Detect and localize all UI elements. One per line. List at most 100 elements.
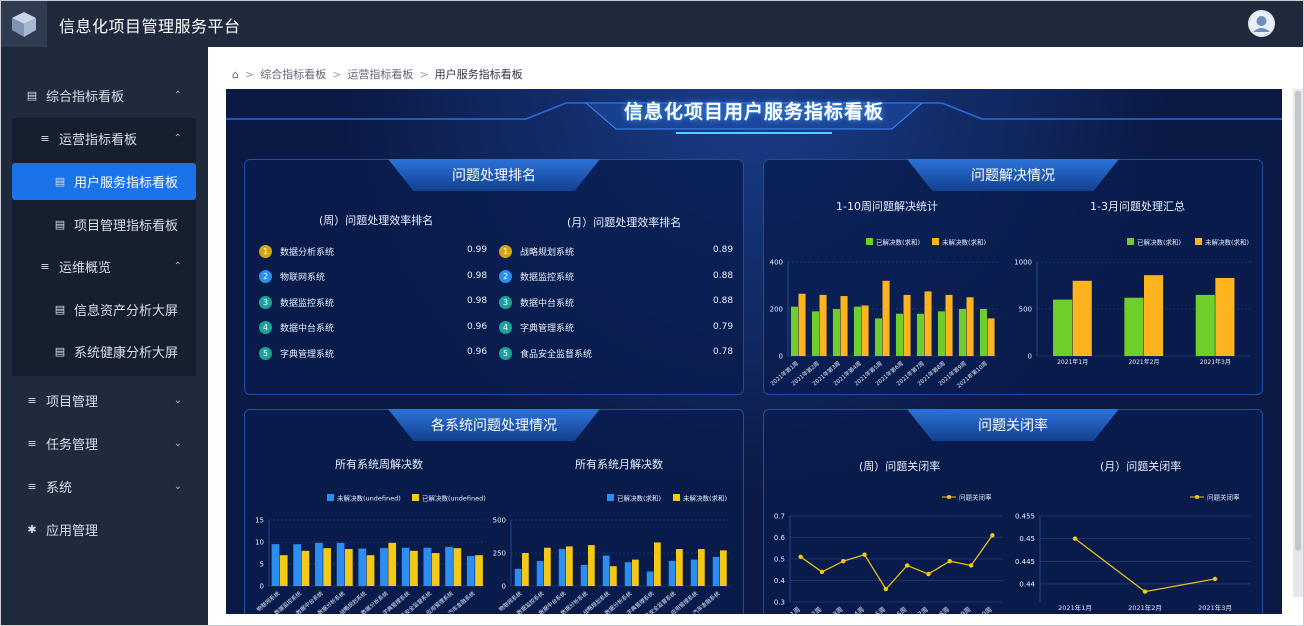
panel-resolution: 问题解决情况 1-10周问题解决统计 1-3月问题处理汇总 已解决数(求和) 未解… (763, 159, 1263, 395)
weekly-ranking-title: (周）问题处理效率排名 (319, 214, 434, 227)
bar (1215, 277, 1235, 356)
y-tick-label: 0.6 (774, 534, 786, 542)
bar (366, 555, 375, 586)
legend-label: 已解决数(求和) (876, 238, 920, 247)
data-point (990, 533, 995, 538)
dashboard-title: 信息化项目用户服务指标看板 (623, 101, 884, 123)
rank-value: 0.99 (467, 245, 488, 255)
x-tick-label: 5周 (874, 605, 887, 614)
document-icon: ▤ (54, 175, 66, 188)
bar (832, 309, 840, 356)
sidebar-item-operations[interactable]: ≡ 运营指标看板 ⌃ (1, 117, 208, 159)
chevron-down-icon: ⌄ (173, 437, 182, 449)
sidebar-item-project-management[interactable]: ≡ 项目管理 ⌄ (1, 379, 208, 421)
y-tick-label: 15 (255, 517, 264, 525)
monthly-systems-title: 所有系统月解决数 (575, 458, 663, 471)
panel-title: 问题解决情况 (907, 159, 1119, 191)
avatar-icon (1250, 12, 1273, 35)
bar (882, 280, 890, 356)
sidebar-item-asset-analysis[interactable]: ▤ 信息资产分析大屏 (1, 288, 208, 330)
rank-number: 1 (259, 244, 272, 258)
sidebar-item-user-service[interactable]: ▤ 用户服务指标看板 (12, 163, 196, 200)
vertical-scrollbar[interactable] (1293, 89, 1303, 597)
x-tick-label: 2021年2月 (1128, 603, 1162, 612)
bar (895, 313, 903, 356)
list-icon: ≡ (27, 479, 37, 493)
bar (1124, 297, 1144, 356)
rank-number: 4 (499, 321, 512, 334)
rank-system-name: 数据分析系统 (280, 247, 335, 258)
y-tick-label: 1000 (1014, 259, 1032, 267)
bar (668, 560, 676, 586)
sidebar-item-health-analysis[interactable]: ▤ 系统健康分析大屏 (1, 330, 208, 372)
legend-marker (1195, 495, 1199, 499)
panel-ranking: 问题处理排名 (周）问题处理效率排名 (月）问题处理效率排名 1 数据分析系统 0.… (244, 159, 744, 395)
breadcrumb-item[interactable]: 运营指标看板 (347, 66, 413, 82)
bar (654, 542, 661, 586)
sidebar-item-ops-overview[interactable]: ≡ 运维概览 ⌃ (1, 245, 208, 287)
monthly-resolution-title: 1-3月问题处理汇总 (1090, 200, 1185, 213)
rank-value: 0.96 (467, 321, 488, 332)
y-tick-label: 0 (779, 353, 783, 361)
bar (958, 309, 966, 356)
rank-system-name: 数据监控系统 (280, 298, 335, 309)
rank-system-name: 字典管理系统 (280, 349, 335, 360)
rank-number: 2 (259, 270, 272, 283)
bar (1144, 275, 1164, 356)
monthly-close-rate-chart: 问题关闭率 0.44 0.445 0.45 0.455 2021年1月 2021年2月 202… (1015, 493, 1250, 612)
sidebar-item-project-metrics[interactable]: ▤ 项目管理指标看板 (1, 203, 208, 245)
weekly-systems-title: 所有系统周解决数 (335, 458, 423, 471)
sidebar-item-dashboard[interactable]: ▤ 综合指标看板 ⌃ (1, 74, 208, 116)
rank-system-name: 字典管理系统 (520, 324, 575, 334)
monthly-ranking-title: (月）问题处理效率排名 (567, 216, 682, 229)
legend-label: 未解决数(求和) (1205, 238, 1249, 247)
home-icon[interactable]: ⌂ (232, 68, 239, 81)
x-tick-label: 4周 (853, 605, 866, 614)
breadcrumb-item[interactable]: 综合指标看板 (260, 66, 326, 82)
list-icon: ≡ (27, 393, 37, 407)
bar (937, 311, 945, 356)
weekly-systems-chart: 未解决数(undefined) 已解决数(undefined)051015物联网系… (255, 494, 486, 614)
sidebar: ▤ 综合指标看板 ⌃ ≡ 运营指标看板 ⌃ ▤ 用户服务指标看板 ▤ 项目管理指… (1, 47, 208, 625)
bar (916, 313, 924, 356)
sidebar-item-app-management[interactable]: ✱ 应用管理 (1, 508, 208, 550)
y-tick-label: 0.455 (1015, 513, 1035, 521)
data-point (947, 558, 952, 564)
bar (874, 318, 882, 356)
x-tick-label: 6周 (895, 605, 908, 614)
weekly-resolution-chart: 已解决数(求和) 未解决数(求和)02004002021年第1周2021年第2周2… (769, 238, 998, 390)
sidebar-item-system[interactable]: ≡ 系统 ⌄ (1, 465, 208, 507)
bar (410, 550, 418, 586)
bar (315, 542, 323, 586)
scrollbar-thumb[interactable] (1295, 91, 1301, 551)
rank-row: 5 食品安全监督系统 (499, 346, 592, 360)
rank-value: 0.98 (467, 270, 488, 281)
bar (602, 555, 610, 586)
data-point (1142, 589, 1148, 594)
legend-swatch (607, 494, 614, 501)
rank-row: 3 数据监控系统 (259, 295, 334, 309)
legend-marker (947, 495, 951, 499)
document-icon: ▤ (54, 302, 66, 316)
breadcrumb: ⌂ > 综合指标看板 > 运营指标看板 > 用户服务指标看板 (232, 66, 523, 82)
bar (323, 548, 331, 586)
bar (514, 568, 522, 586)
bar (580, 564, 588, 586)
user-avatar[interactable] (1248, 10, 1275, 37)
x-tick-label: 7周 (916, 605, 929, 614)
data-point (904, 563, 910, 568)
app-logo[interactable] (1, 1, 47, 47)
bar (358, 548, 367, 586)
sidebar-item-task-management[interactable]: ≡ 任务管理 ⌄ (1, 422, 208, 464)
bar (558, 549, 566, 586)
rank-number: 1 (499, 244, 512, 258)
bar (1053, 299, 1073, 356)
legend-label: 未解决数(求和) (942, 238, 986, 247)
data-point (1212, 576, 1218, 582)
data-point (798, 554, 803, 560)
rank-system-name: 物联网系统 (280, 273, 326, 283)
x-tick-label: 2021年3月 (1198, 603, 1232, 612)
legend-label: 已解决数(求和) (617, 494, 661, 503)
breadcrumb-current: 用户服务指标看板 (434, 68, 523, 81)
y-tick-label: 0.445 (1015, 558, 1035, 566)
